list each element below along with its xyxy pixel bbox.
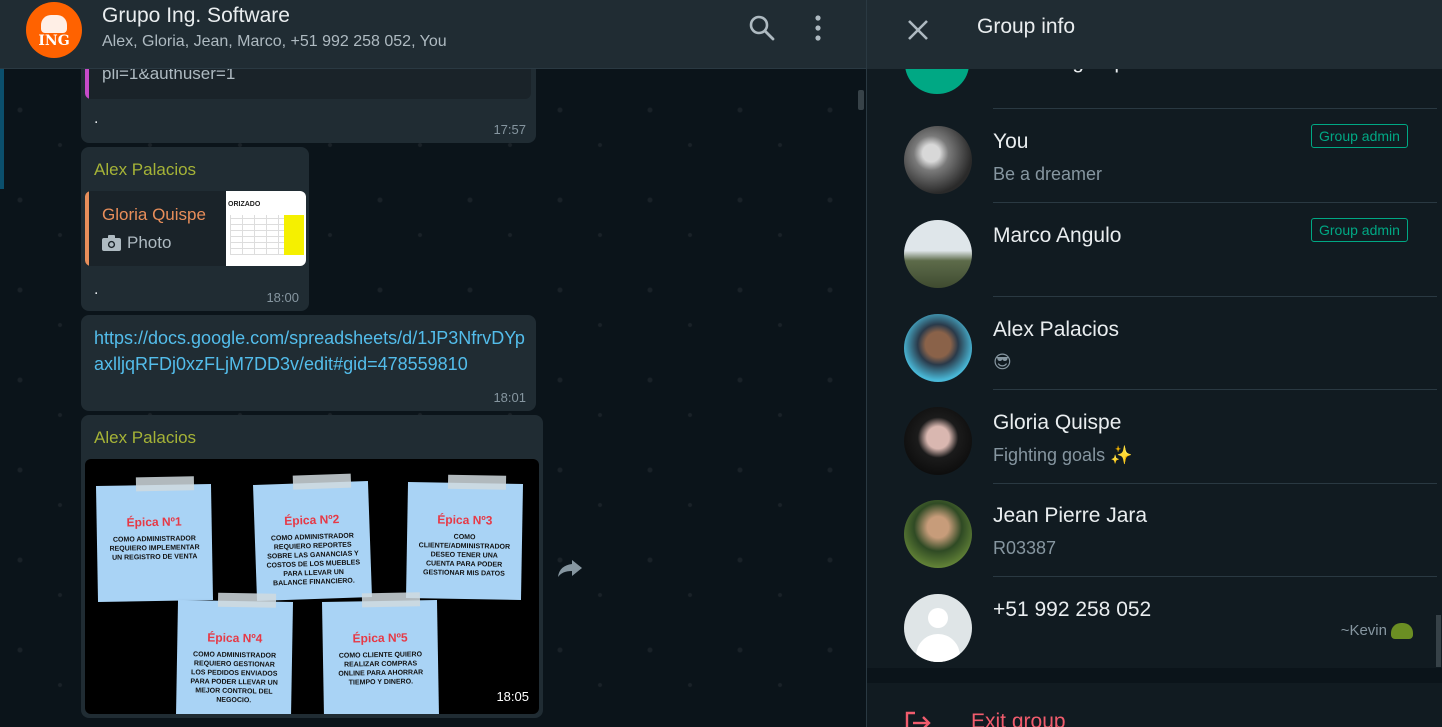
member-name: Gloria Quispe	[993, 411, 1122, 434]
quoted-message[interactable]: Gloria Quispe Photo ORIZADO	[85, 191, 306, 266]
message-time: 18:00	[266, 290, 299, 305]
member-row-alex[interactable]: Alex Palacios 😎	[867, 296, 1442, 389]
sender-name[interactable]: Alex Palacios	[94, 428, 196, 448]
turtle-emoji-icon	[1391, 623, 1413, 640]
member-name: You	[993, 130, 1029, 153]
sender-name[interactable]: Alex Palacios	[94, 160, 196, 180]
exit-icon	[905, 711, 931, 727]
exit-group-row[interactable]: Exit group	[867, 683, 1442, 727]
admin-badge: Group admin	[1311, 218, 1408, 242]
chat-header[interactable]: ING Grupo Ing. Software Alex, Gloria, Je…	[0, 0, 866, 69]
avatar-logo-text: ING	[38, 33, 70, 49]
info-scrollbar[interactable]	[1436, 615, 1441, 667]
message-time: 17:57	[493, 122, 526, 137]
member-row-kevin[interactable]: +51 992 258 052 ~Kevin	[867, 576, 1442, 669]
message-bubble[interactable]: Alex Palacios Épica Nº1 COMO ADMINISTRAD…	[81, 415, 543, 718]
message-time: 18:01	[493, 390, 526, 405]
member-name: Marco Angulo	[993, 224, 1122, 247]
chat-title[interactable]: Grupo Ing. Software	[102, 4, 290, 28]
quoted-sender: Gloria Quispe	[102, 205, 206, 224]
avatar-body	[916, 634, 960, 662]
group-avatar[interactable]: ING	[26, 2, 82, 58]
thumbnail-title: ORIZADO	[228, 201, 261, 208]
camera-icon	[102, 235, 121, 251]
member-status: Be a dreamer	[993, 164, 1103, 184]
note-body: COMO ADMINISTRADOR REQUIERO IMPLEMENTAR …	[109, 535, 200, 562]
note-title: Épica Nº3	[437, 512, 493, 528]
more-vertical-icon[interactable]	[804, 14, 832, 42]
chat-participants[interactable]: Alex, Gloria, Jean, Marco, +51 992 258 0…	[102, 33, 447, 51]
spreadsheet-preview	[230, 215, 304, 255]
tape	[447, 474, 507, 490]
message-bubble[interactable]: Alex Palacios Gloria Quispe Photo ORIZAD…	[81, 147, 309, 311]
message-text: .	[94, 281, 99, 298]
tape	[361, 592, 421, 608]
member-name: +51 992 258 052	[993, 598, 1152, 621]
quoted-type-label: Photo	[127, 233, 172, 252]
forward-icon[interactable]	[556, 556, 584, 580]
default-avatar-icon	[904, 594, 972, 662]
note-title: Épica Nº4	[207, 630, 263, 646]
section-gap	[867, 668, 1442, 683]
lion-logo-icon	[41, 15, 67, 33]
tape	[292, 473, 352, 490]
member-row-marco[interactable]: Marco Angulo Group admin	[867, 202, 1442, 295]
tape	[135, 476, 195, 492]
member-name: Jean Pierre Jara	[993, 504, 1148, 527]
avatar	[904, 220, 972, 288]
note-body: COMO CLIENTE QUIERO REALIZAR COMPRAS ONL…	[338, 651, 424, 687]
admin-badge: Group admin	[1311, 124, 1408, 148]
push-name: ~Kevin	[1340, 622, 1413, 640]
note-body: COMO ADMINISTRADOR REQUIERO GESTIONAR LO…	[190, 651, 278, 705]
message-link[interactable]: https://docs.google.com/spreadsheets/d/1…	[94, 325, 529, 377]
avatar	[904, 314, 972, 382]
search-icon[interactable]	[748, 14, 776, 42]
member-row-gloria[interactable]: Gloria Quispe Fighting goals ✨	[867, 389, 1442, 482]
note-title: Épica Nº2	[283, 512, 340, 528]
member-name: Alex Palacios	[993, 318, 1120, 341]
message-bubble[interactable]: https://docs.google.com/spreadsheets/d/1…	[81, 315, 536, 411]
sticky-note: Épica Nº2 COMO ADMINISTRADOR REQUIERO RE…	[253, 473, 372, 601]
left-edge-strip	[0, 69, 4, 189]
exit-group-label: Exit group	[971, 710, 1066, 727]
sticky-note: Épica Nº3 COMO CLIENTE/ADMINISTRADOR DES…	[405, 474, 524, 600]
chat-pane: pli=1&authuser=1 . 17:57 Alex Palacios G…	[0, 0, 866, 727]
tape	[217, 592, 277, 608]
message-text: .	[94, 110, 99, 127]
member-status: Fighting goals ✨	[993, 445, 1133, 465]
note-title: Épica Nº1	[126, 514, 182, 530]
member-status: R03387	[993, 538, 1057, 558]
quoted-type: Photo	[102, 233, 171, 253]
quoted-photo-thumbnail: ORIZADO	[226, 191, 306, 266]
close-icon[interactable]	[905, 17, 931, 43]
avatar-head	[928, 608, 948, 628]
group-info-header: Group info	[867, 0, 1442, 69]
sticky-note: Épica Nº4 COMO ADMINISTRADOR REQUIERO GE…	[175, 592, 294, 714]
avatar	[904, 126, 972, 194]
sticky-note: Épica Nº1 COMO ADMINISTRADOR REQUIERO IM…	[95, 476, 214, 602]
note-body: COMO ADMINISTRADOR REQUIERO REPORTES SOB…	[266, 532, 361, 588]
image-attachment[interactable]: Épica Nº1 COMO ADMINISTRADOR REQUIERO IM…	[85, 459, 539, 714]
message-time: 18:05	[496, 689, 529, 704]
member-row-jean[interactable]: Jean Pierre Jara R03387	[867, 482, 1442, 575]
avatar	[904, 407, 972, 475]
quote-bar	[85, 191, 89, 266]
group-info-pane: Invite to group via link You Be a dreame…	[866, 0, 1442, 727]
sticky-note: Épica Nº5 COMO CLIENTE QUIERO REALIZAR C…	[321, 592, 440, 714]
group-info-title: Group info	[977, 15, 1076, 38]
push-name-text: ~Kevin	[1340, 622, 1387, 639]
avatar	[904, 500, 972, 568]
member-status: 😎	[993, 352, 1012, 372]
note-body: COMO CLIENTE/ADMINISTRADOR DESEO TENER U…	[418, 533, 511, 578]
note-title: Épica Nº5	[352, 630, 408, 646]
chat-scrollbar[interactable]	[858, 90, 864, 110]
member-row-you[interactable]: You Be a dreamer Group admin	[867, 108, 1442, 201]
